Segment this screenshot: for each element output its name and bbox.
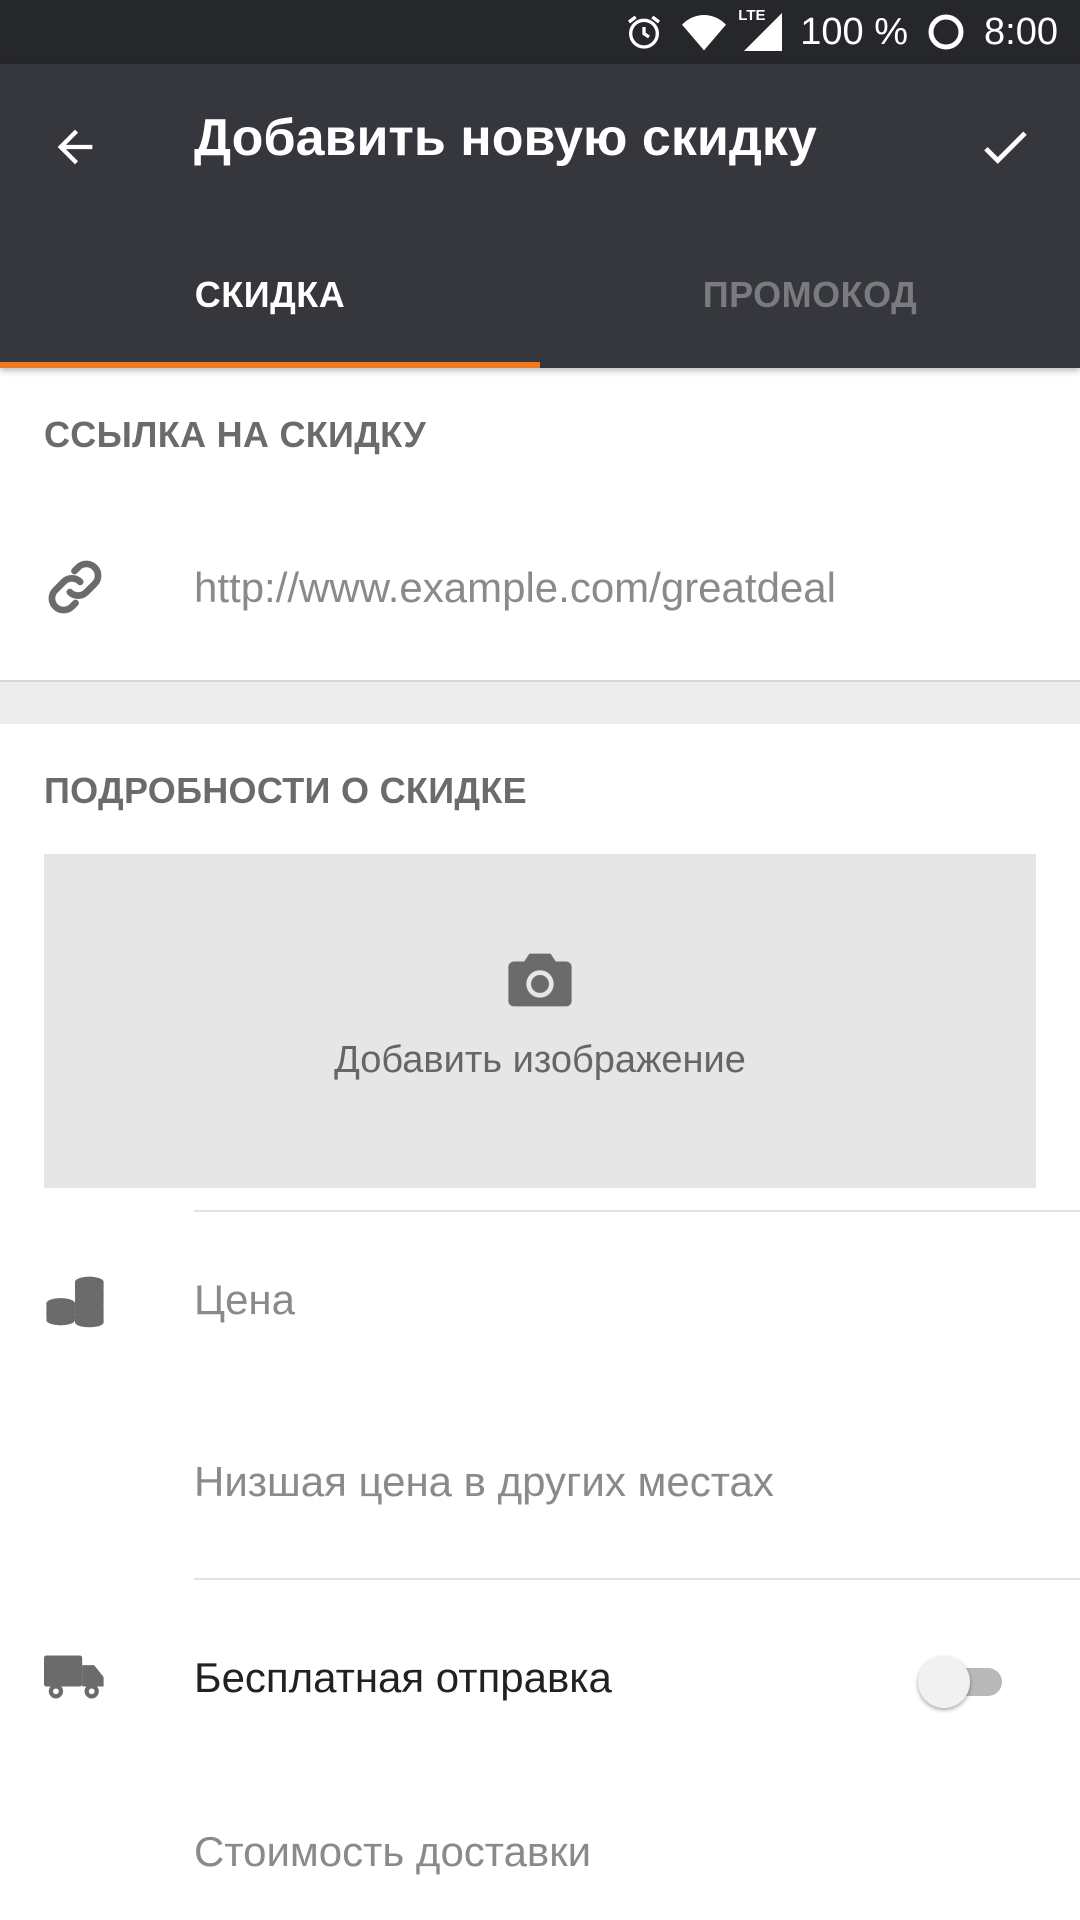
- deal-url-input[interactable]: [194, 562, 1014, 614]
- tab-indicator: [0, 362, 540, 368]
- wifi-icon: [682, 13, 727, 51]
- lower-price-input[interactable]: [194, 1454, 1014, 1510]
- status-bar: LTE 100 % 8:00: [0, 0, 1080, 64]
- back-button[interactable]: [40, 112, 110, 182]
- app-bar: Добавить новую скидку СКИДКА ПРОМОКОД: [0, 64, 1080, 368]
- free-shipping-label: Бесплатная отправка: [194, 1654, 612, 1701]
- check-icon: [984, 131, 1027, 164]
- clock: 8:00: [984, 10, 1058, 53]
- page-title: Добавить новую скидку: [194, 109, 817, 167]
- battery-level: 100 %: [800, 10, 909, 53]
- tab-bar: СКИДКА ПРОМОКОД: [0, 274, 1080, 368]
- tab-promocode[interactable]: ПРОМОКОД: [540, 274, 1080, 368]
- tab-discount[interactable]: СКИДКА: [0, 274, 540, 368]
- camera-icon: [508, 953, 572, 1006]
- toggle-thumb: [918, 1656, 970, 1708]
- free-shipping-toggle[interactable]: [918, 1652, 1008, 1708]
- toolbar: Добавить новую скидку: [0, 64, 1080, 220]
- tab-promocode-label: ПРОМОКОД: [702, 274, 918, 315]
- price-input[interactable]: [194, 1272, 1014, 1328]
- arrow-back-icon: [57, 129, 93, 165]
- link-section-header: ССЫЛКА НА СКИДКУ: [44, 414, 427, 455]
- signal-icon: LTE: [738, 7, 783, 51]
- battery-icon: [926, 12, 966, 52]
- network-type-label: LTE: [738, 7, 766, 24]
- tab-discount-label: СКИДКА: [194, 274, 346, 315]
- divider: [194, 1578, 1080, 1580]
- truck-icon: [44, 1646, 106, 1708]
- link-icon: [44, 556, 106, 618]
- details-section-header: ПОДРОБНОСТИ О СКИДКЕ: [44, 770, 527, 811]
- add-image-label: Добавить изображение: [334, 1038, 746, 1081]
- add-image-button[interactable]: Добавить изображение: [44, 854, 1036, 1188]
- shipping-cost-input[interactable]: [194, 1824, 1014, 1880]
- section-gap: [0, 682, 1080, 724]
- alarm-icon: [624, 12, 664, 52]
- confirm-button[interactable]: [970, 112, 1040, 182]
- coins-icon: [44, 1270, 106, 1332]
- divider: [194, 1210, 1080, 1212]
